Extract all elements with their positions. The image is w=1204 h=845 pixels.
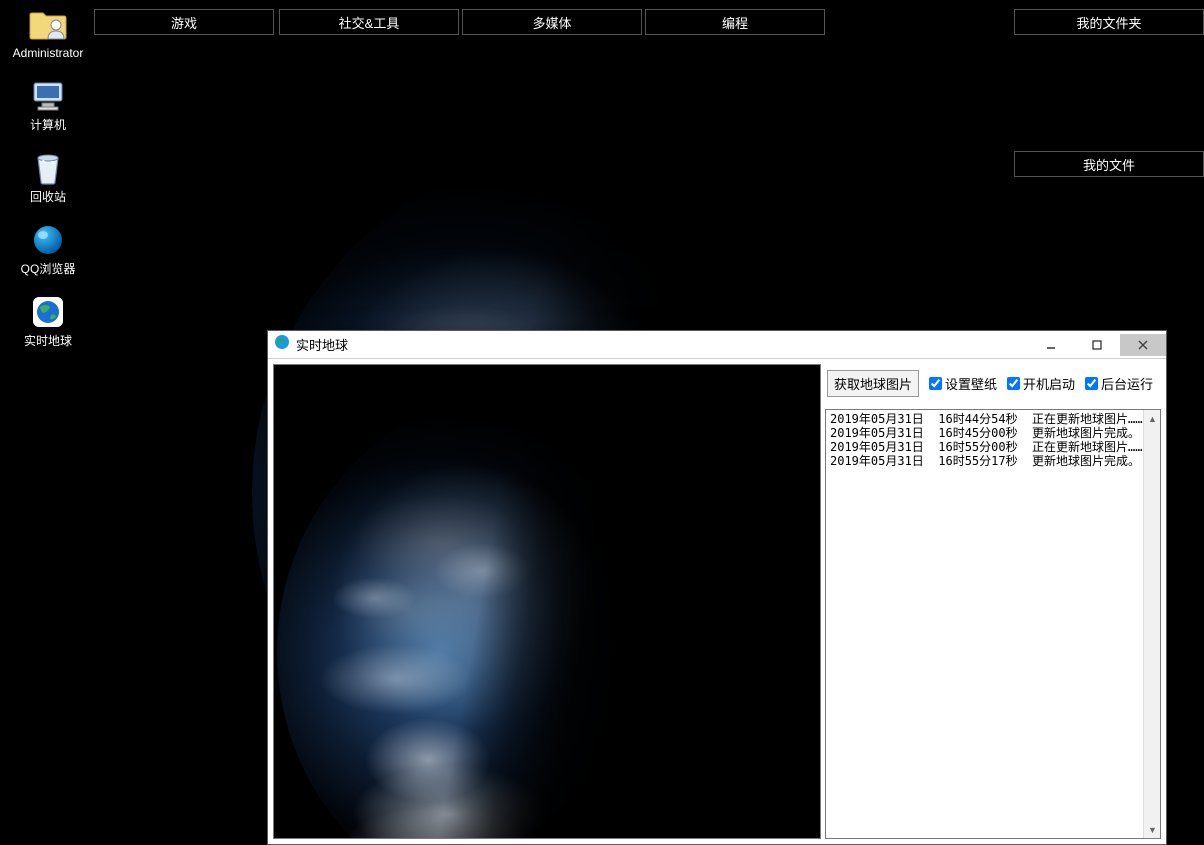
- topbar-label: 多媒体: [532, 13, 571, 32]
- window-title: 实时地球: [296, 335, 348, 354]
- checkbox-autostart[interactable]: 开机启动: [1007, 374, 1075, 393]
- scroll-up-icon[interactable]: ▲: [1144, 410, 1161, 427]
- desktop-icon-label: 实时地球: [24, 334, 72, 348]
- topbar-programming[interactable]: 编程: [645, 9, 825, 35]
- window-realtime-earth: 实时地球 获取地球图片 设置壁纸 开机启动 后台运行: [267, 330, 1167, 845]
- checkbox-input[interactable]: [929, 377, 942, 390]
- earth-preview-image: [273, 364, 821, 839]
- topbar-social-tools[interactable]: 社交&工具: [279, 9, 459, 35]
- rightbar-my-files[interactable]: 我的文件: [1014, 151, 1204, 177]
- earth-app-icon: [28, 294, 68, 330]
- rightbar-my-folder[interactable]: 我的文件夹: [1014, 9, 1204, 35]
- checkbox-input[interactable]: [1007, 377, 1020, 390]
- computer-icon: [28, 78, 68, 114]
- checkbox-input[interactable]: [1085, 377, 1098, 390]
- log-area: 2019年05月31日 16时44分54秒 正在更新地球图片…… 2019年05…: [825, 409, 1161, 839]
- qq-browser-icon: [28, 222, 68, 258]
- topbar-multimedia[interactable]: 多媒体: [462, 9, 642, 35]
- titlebar[interactable]: 实时地球: [268, 331, 1166, 359]
- desktop-icon-recycle[interactable]: 回收站: [8, 150, 88, 204]
- minimize-button[interactable]: [1028, 334, 1074, 356]
- checkbox-set-wallpaper[interactable]: 设置壁纸: [929, 374, 997, 393]
- folder-user-icon: [28, 6, 68, 42]
- app-icon: [274, 334, 290, 355]
- desktop-icon-label: 计算机: [30, 118, 66, 132]
- desktop-icon-label: Administrator: [13, 46, 84, 60]
- scroll-down-icon[interactable]: ▼: [1144, 821, 1161, 838]
- maximize-button[interactable]: [1074, 334, 1120, 356]
- log-text[interactable]: 2019年05月31日 16时44分54秒 正在更新地球图片…… 2019年05…: [826, 410, 1160, 838]
- checkbox-label: 设置壁纸: [945, 374, 997, 393]
- topbar-games[interactable]: 游戏: [94, 9, 274, 35]
- desktop-icon-computer[interactable]: 计算机: [8, 78, 88, 132]
- topbar-label: 编程: [722, 13, 748, 32]
- scrollbar[interactable]: ▲ ▼: [1143, 410, 1160, 838]
- close-button[interactable]: [1120, 334, 1166, 356]
- recycle-bin-icon: [28, 150, 68, 186]
- rightbar-label: 我的文件夹: [1076, 13, 1141, 32]
- checkbox-label: 开机启动: [1023, 374, 1075, 393]
- desktop-icon-label: QQ浏览器: [21, 262, 76, 276]
- desktop-icon-qq-browser[interactable]: QQ浏览器: [8, 222, 88, 276]
- checkbox-background-run[interactable]: 后台运行: [1085, 374, 1153, 393]
- fetch-earth-button[interactable]: 获取地球图片: [827, 370, 919, 397]
- desktop-icon-administrator[interactable]: Administrator: [8, 6, 88, 60]
- desktop-icon-label: 回收站: [30, 190, 66, 204]
- rightbar-label: 我的文件: [1083, 155, 1135, 174]
- desktop-icon-realtime-earth[interactable]: 实时地球: [8, 294, 88, 348]
- checkbox-label: 后台运行: [1101, 374, 1153, 393]
- topbar-label: 社交&工具: [339, 13, 400, 32]
- topbar-label: 游戏: [171, 13, 197, 32]
